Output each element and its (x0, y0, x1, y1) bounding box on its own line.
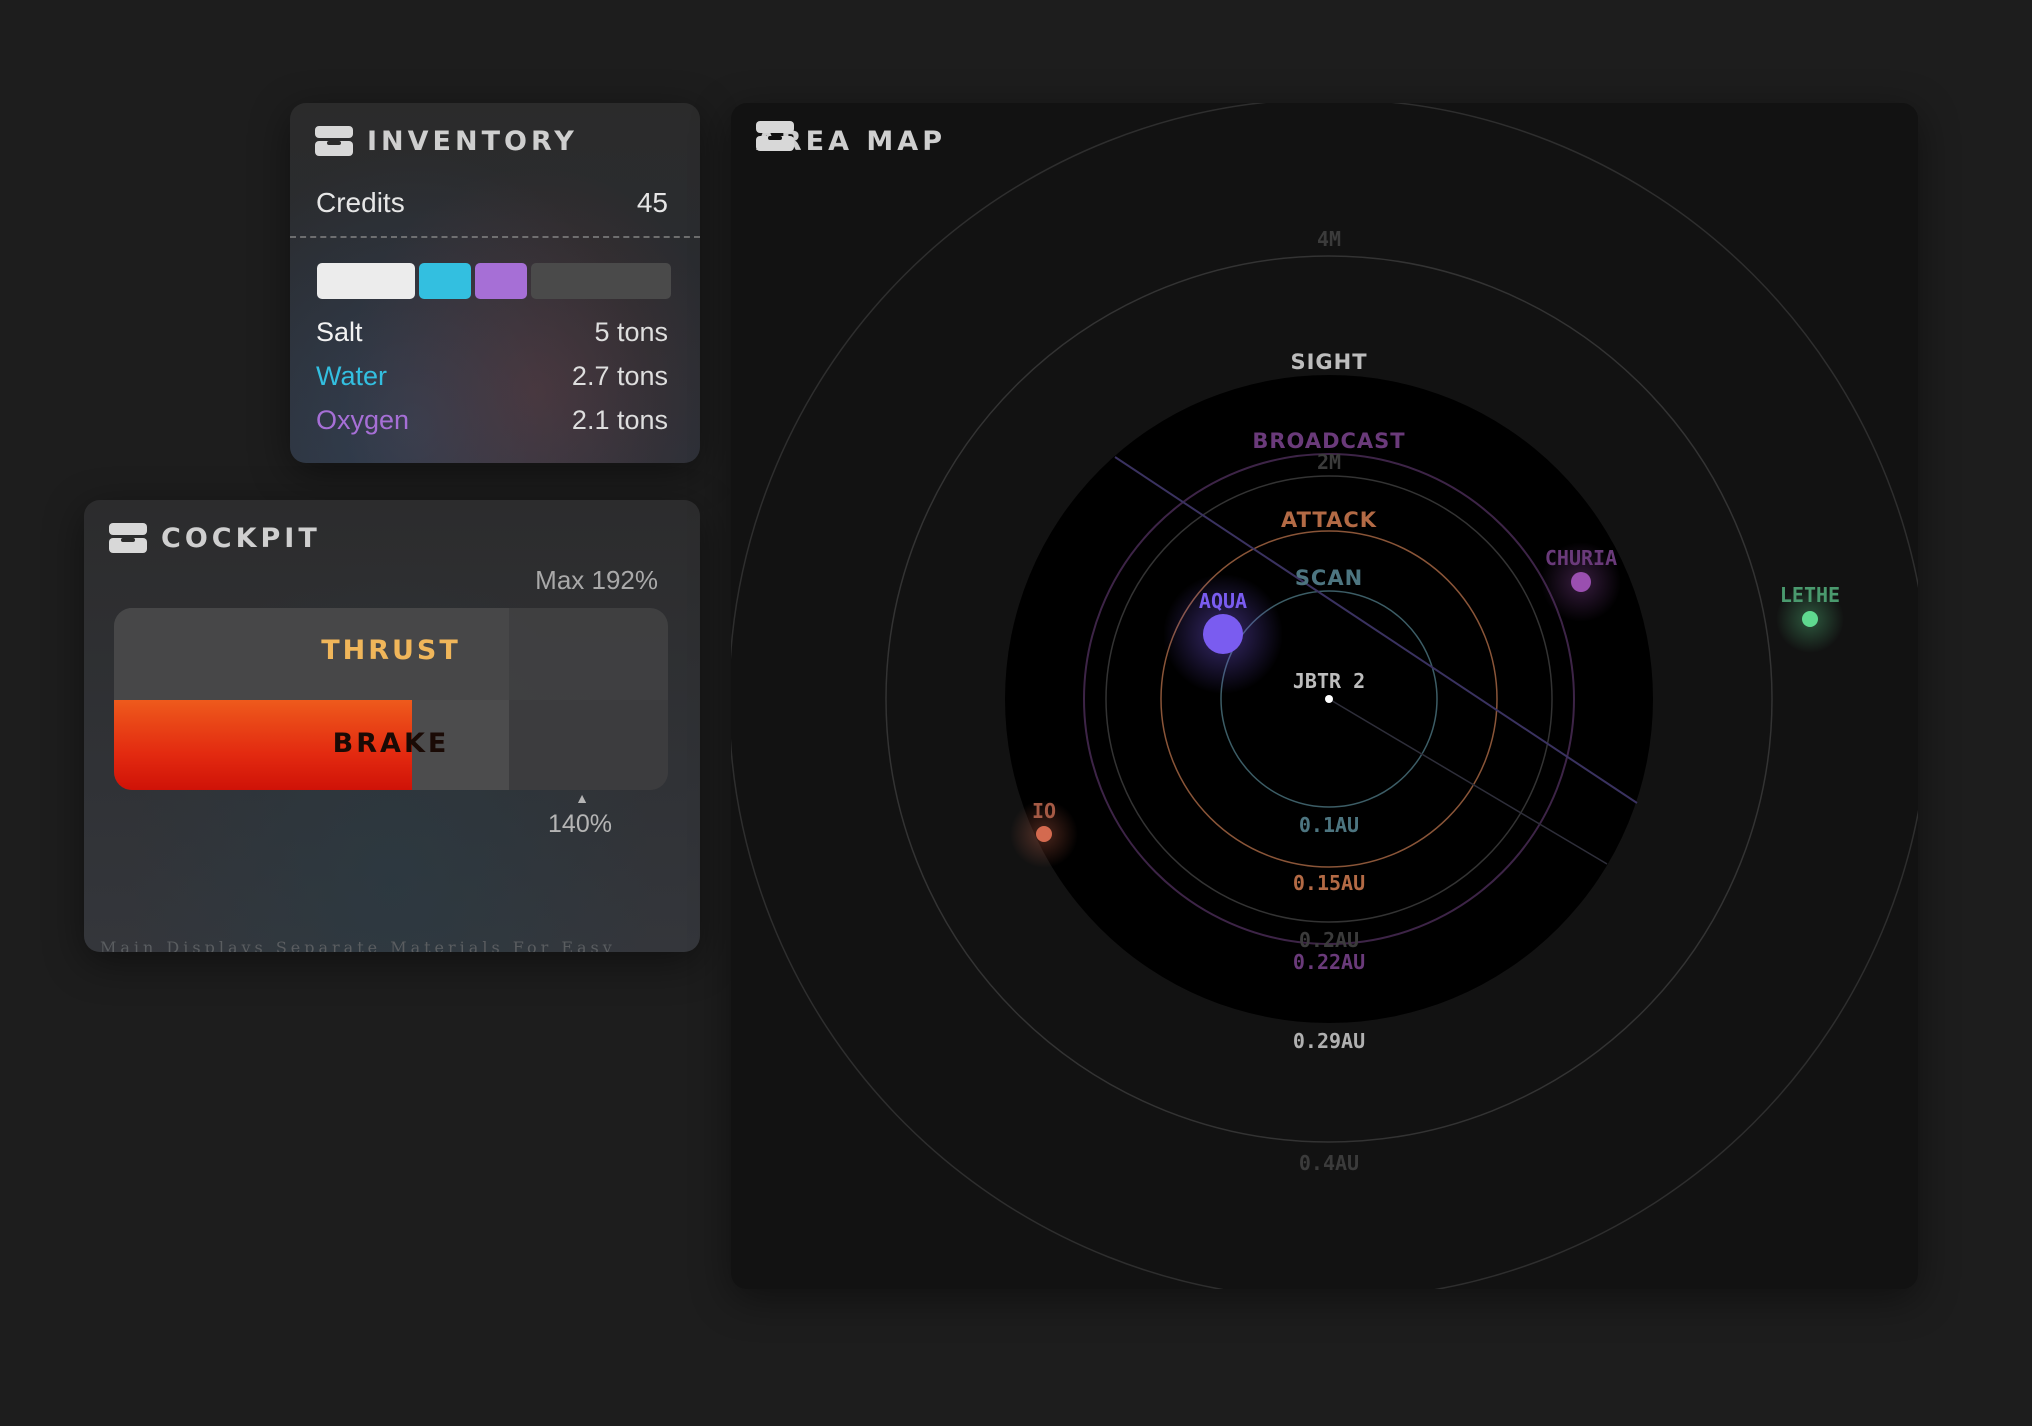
cockpit-title: COCKPIT (161, 522, 321, 554)
distance-label-0-15au: 0.15AU (1293, 871, 1365, 895)
divider (290, 236, 700, 238)
inventory-title: INVENTORY (367, 125, 578, 157)
cockpit-header: COCKPIT (109, 518, 321, 558)
thrust-label[interactable]: THRUST (114, 635, 668, 666)
brake-label-text: BRAKE (332, 728, 450, 759)
cargo-segment-oxygen (475, 263, 527, 299)
resource-value: 2.7 tons (571, 360, 668, 391)
distance-label-2m: 2M (1317, 450, 1341, 474)
resource-row-oxygen: Oxygen 2.1 tons (316, 400, 668, 440)
cockpit-caption: Main Displays Separate Materials For Eas… (100, 938, 616, 952)
cargo-capacity-bar (317, 263, 671, 299)
planet-io[interactable] (1036, 826, 1052, 842)
planet-lethe-label: LETHE (1780, 583, 1840, 607)
distance-label-0-29au: 0.29AU (1293, 1029, 1365, 1053)
area-map-panel: JBTR 2 SIGHT BROADCAST ATTACK SCAN 4M 2M… (731, 103, 1918, 1289)
distance-label-0-2au: 0.2AU (1299, 928, 1359, 952)
player-ship-marker (1325, 695, 1333, 703)
area-map-canvas[interactable]: JBTR 2 SIGHT BROADCAST ATTACK SCAN 4M 2M… (731, 103, 1918, 1289)
resource-row-water: Water 2.7 tons (316, 356, 668, 396)
planet-lethe[interactable] (1802, 611, 1818, 627)
max-throttle-label: Max 192% (535, 565, 658, 595)
area-map-header: AREA MAP (756, 121, 946, 161)
cargo-segment-empty (531, 263, 671, 299)
credits-row: Credits 45 (316, 183, 668, 223)
center-label: JBTR 2 (1293, 669, 1365, 693)
throttle-slider[interactable]: THRUST BRAKE (114, 608, 668, 790)
distance-label-4m: 4M (1317, 227, 1341, 251)
cockpit-panel: COCKPIT Max 192% THRUST BRAKE ▲ 140% Mai… (84, 500, 700, 952)
credits-value: 45 (636, 187, 668, 218)
range-label-attack: ATTACK (1281, 508, 1377, 532)
resource-row-salt: Salt 5 tons (316, 312, 668, 352)
distance-label-0-1au: 0.1AU (1299, 813, 1359, 837)
range-label-scan: SCAN (1295, 566, 1363, 590)
planet-aqua-label: AQUA (1199, 589, 1247, 613)
range-label-sight: SIGHT (1290, 350, 1367, 374)
planet-io-label: IO (1032, 799, 1056, 823)
brake-label[interactable]: BRAKE (114, 728, 668, 759)
cockpit-box-icon (109, 523, 147, 553)
planet-churia[interactable] (1571, 572, 1591, 592)
distance-label-0-22au: 0.22AU (1293, 950, 1365, 974)
resource-name: Water (316, 360, 388, 391)
resource-name: Oxygen (316, 404, 410, 435)
resource-value: 2.1 tons (571, 404, 668, 435)
inventory-panel: INVENTORY Credits 45 Salt 5 tons Water 2… (290, 103, 700, 463)
inventory-header: INVENTORY (315, 121, 578, 161)
inventory-box-icon (315, 126, 353, 156)
distance-label-0-4au: 0.4AU (1299, 1151, 1359, 1175)
cargo-segment-water (419, 263, 471, 299)
throttle-marker-icon: ▲ (575, 790, 589, 806)
planet-churia-label: CHURIA (1545, 546, 1617, 570)
credits-label: Credits (316, 187, 405, 218)
area-map-box-icon (756, 121, 794, 151)
resource-value: 5 tons (594, 316, 668, 347)
resource-name: Salt (316, 316, 363, 347)
planet-aqua[interactable] (1203, 614, 1243, 654)
throttle-marker-value: 140% (548, 810, 612, 838)
cargo-segment-salt (317, 263, 415, 299)
